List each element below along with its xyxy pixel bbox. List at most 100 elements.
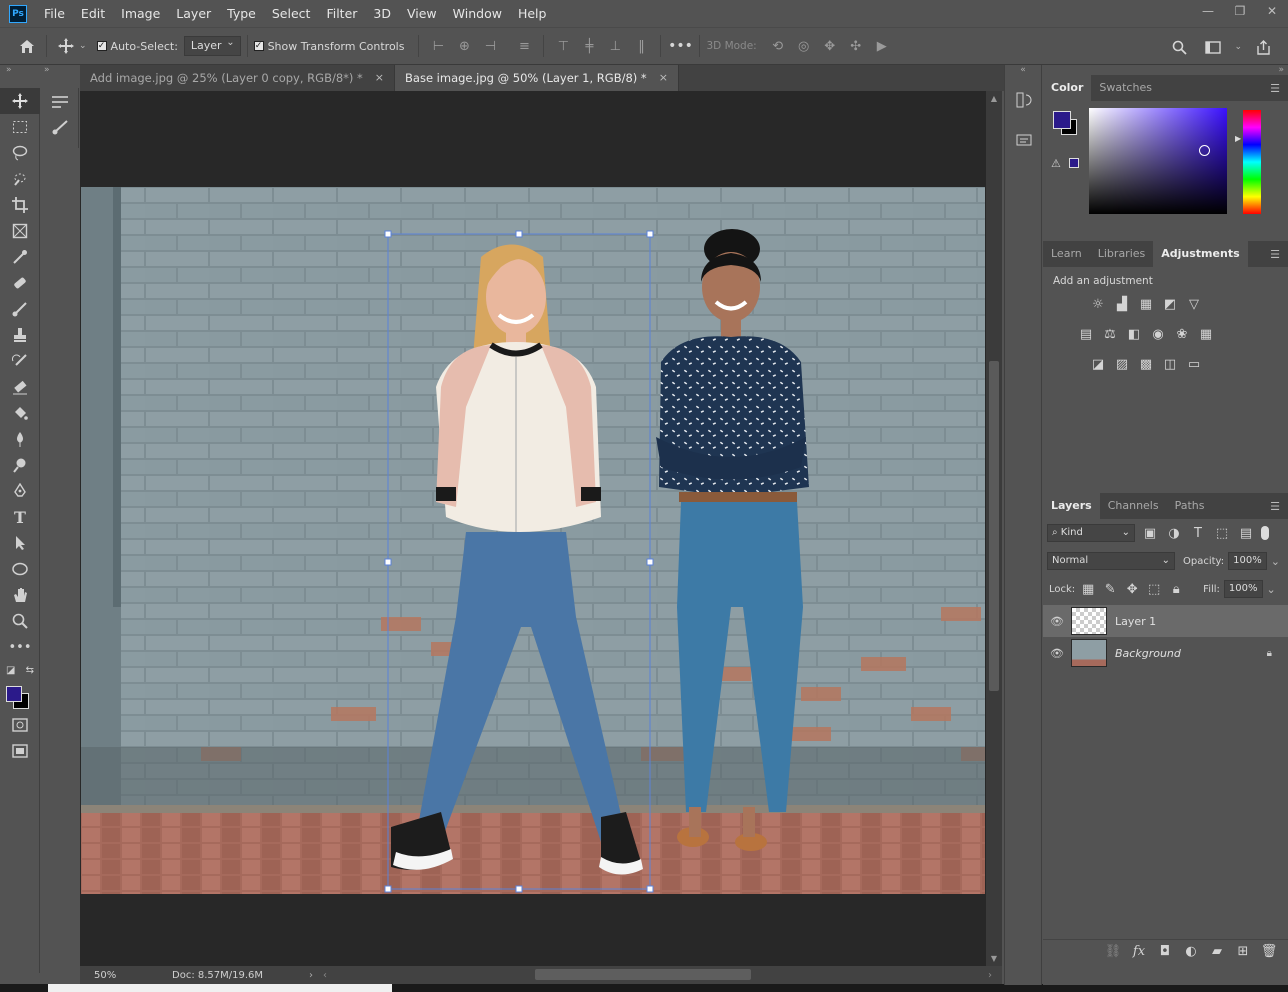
- path-selection-tool-icon[interactable]: [0, 530, 40, 556]
- move-tool-icon[interactable]: [0, 88, 40, 114]
- pen-tool-icon[interactable]: [0, 478, 40, 504]
- tool-presets-icon[interactable]: [41, 88, 79, 114]
- filter-type-icon[interactable]: T: [1189, 524, 1207, 542]
- hue-saturation-icon[interactable]: ▤: [1077, 325, 1095, 343]
- menu-window[interactable]: Window: [445, 0, 510, 27]
- horizontal-scroll-thumb[interactable]: [535, 969, 751, 980]
- chevron-down-icon[interactable]: ⌄: [1234, 42, 1242, 52]
- menu-image[interactable]: Image: [113, 0, 168, 27]
- menu-select[interactable]: Select: [264, 0, 319, 27]
- tab-layers[interactable]: Layers: [1043, 493, 1100, 519]
- new-group-icon[interactable]: ▰: [1208, 943, 1226, 961]
- visibility-eye-icon[interactable]: 👁︎: [1043, 647, 1071, 660]
- layer-row[interactable]: 👁︎ Background 🔒︎: [1043, 637, 1288, 669]
- hue-slider-handle-icon[interactable]: ▶: [1235, 134, 1241, 143]
- layer-kind-filter[interactable]: ⌕ Kind ⌄: [1047, 524, 1135, 542]
- tab-paths[interactable]: Paths: [1167, 493, 1213, 519]
- collapse-subtools-icon[interactable]: »: [44, 65, 50, 75]
- align-center-icon[interactable]: ⊕: [451, 39, 477, 54]
- marquee-tool-icon[interactable]: [0, 114, 40, 140]
- 3d-orbit-icon[interactable]: ⟲: [765, 39, 791, 54]
- menu-layer[interactable]: Layer: [168, 0, 219, 27]
- gamut-warning-icon[interactable]: ⚠: [1051, 157, 1061, 170]
- threshold-icon[interactable]: ▩: [1137, 355, 1155, 373]
- 3d-scale-icon[interactable]: ▶: [869, 39, 895, 54]
- black-white-icon[interactable]: ◧: [1125, 325, 1143, 343]
- add-mask-icon[interactable]: ◘: [1156, 943, 1174, 961]
- chevron-down-icon[interactable]: ⌄: [79, 41, 87, 51]
- filter-pixel-icon[interactable]: ▣: [1141, 524, 1159, 542]
- collapse-right-dock-icon[interactable]: »: [1043, 65, 1288, 75]
- more-options-icon[interactable]: •••: [667, 38, 693, 54]
- fill-field[interactable]: 100%: [1223, 580, 1263, 598]
- channel-mixer-icon[interactable]: ❀: [1173, 325, 1191, 343]
- layer-name[interactable]: Background: [1115, 647, 1181, 660]
- align-top-icon[interactable]: ⊤: [550, 39, 576, 54]
- screen-mode-icon[interactable]: [0, 738, 40, 764]
- scroll-down-icon[interactable]: ▼: [986, 954, 1002, 963]
- foreground-color-swatch[interactable]: [1053, 111, 1071, 129]
- blur-tool-icon[interactable]: [0, 426, 40, 452]
- menu-filter[interactable]: Filter: [318, 0, 365, 27]
- panel-menu-icon[interactable]: ☰: [1270, 500, 1280, 513]
- filter-toggle[interactable]: [1261, 526, 1269, 540]
- color-field[interactable]: [1089, 108, 1227, 214]
- quick-mask-icon[interactable]: [0, 712, 40, 738]
- search-icon[interactable]: [1166, 34, 1192, 60]
- layer-row[interactable]: 👁︎ Layer 1: [1043, 605, 1288, 637]
- close-icon[interactable]: ×: [659, 65, 668, 91]
- restore-button[interactable]: ❐: [1224, 0, 1256, 22]
- brush-tool-icon[interactable]: [0, 296, 40, 322]
- auto-select-dropdown[interactable]: Layer: [183, 34, 241, 56]
- share-icon[interactable]: [1250, 34, 1276, 60]
- brightness-contrast-icon[interactable]: ☼: [1089, 295, 1107, 313]
- crop-tool-icon[interactable]: [0, 192, 40, 218]
- checkbox-checked-icon[interactable]: ✓: [253, 41, 264, 51]
- close-window-button[interactable]: ✕: [1256, 0, 1288, 22]
- blend-mode-dropdown[interactable]: Normal ⌄: [1047, 552, 1175, 570]
- tab-color[interactable]: Color: [1043, 75, 1092, 101]
- levels-icon[interactable]: ▟: [1113, 295, 1131, 313]
- distribute-icon[interactable]: ≡: [511, 39, 537, 54]
- distribute-horizontal-icon[interactable]: ‖: [628, 39, 654, 54]
- filter-smart-object-icon[interactable]: ▤: [1237, 524, 1255, 542]
- align-right-icon[interactable]: ⊣: [477, 39, 503, 54]
- lock-icon[interactable]: 🔒︎: [1267, 648, 1272, 659]
- eyedropper-tool-icon[interactable]: [0, 244, 40, 270]
- menu-edit[interactable]: Edit: [73, 0, 113, 27]
- 3d-roll-icon[interactable]: ◎: [791, 39, 817, 54]
- checkbox-checked-icon[interactable]: ✓: [96, 41, 107, 51]
- color-picker-handle[interactable]: [1199, 145, 1210, 156]
- lock-position-icon[interactable]: ✥: [1123, 580, 1141, 598]
- new-adjustment-layer-icon[interactable]: ◐: [1182, 943, 1200, 961]
- zoom-level[interactable]: 50%: [80, 970, 130, 981]
- transform-controls-checkbox[interactable]: ✓ Show Transform Controls: [253, 40, 404, 53]
- tab-add-image[interactable]: Add image.jpg @ 25% (Layer 0 copy, RGB/8…: [80, 65, 396, 91]
- collapse-dock-icon[interactable]: «: [1005, 65, 1041, 75]
- menu-help[interactable]: Help: [510, 0, 555, 27]
- lasso-tool-icon[interactable]: [0, 140, 40, 166]
- 3d-pan-icon[interactable]: ✥: [817, 39, 843, 54]
- menu-3d[interactable]: 3D: [365, 0, 399, 27]
- scroll-up-icon[interactable]: ▲: [986, 94, 1002, 103]
- menu-file[interactable]: File: [36, 0, 73, 27]
- minimize-button[interactable]: —: [1192, 0, 1224, 22]
- hand-tool-icon[interactable]: [0, 582, 40, 608]
- frame-tool-icon[interactable]: [0, 218, 40, 244]
- workspace-icon[interactable]: [1200, 34, 1226, 60]
- websafe-color-swatch[interactable]: [1069, 158, 1079, 168]
- posterize-icon[interactable]: ▨: [1113, 355, 1131, 373]
- healing-brush-tool-icon[interactable]: [0, 270, 40, 296]
- lock-transparent-icon[interactable]: ▦: [1079, 580, 1097, 598]
- opacity-field[interactable]: 100%: [1228, 552, 1267, 570]
- visibility-eye-icon[interactable]: 👁︎: [1043, 615, 1071, 628]
- lock-artboard-icon[interactable]: ⬚: [1145, 580, 1163, 598]
- quick-selection-tool-icon[interactable]: [0, 166, 40, 192]
- default-colors-icon[interactable]: ◪ ⇆: [0, 660, 40, 680]
- delete-layer-icon[interactable]: 🗑︎: [1260, 943, 1278, 961]
- clone-stamp-tool-icon[interactable]: [0, 322, 40, 348]
- gradient-map-icon[interactable]: ▭: [1185, 355, 1203, 373]
- tab-swatches[interactable]: Swatches: [1091, 75, 1160, 101]
- color-swatches[interactable]: [0, 680, 40, 712]
- 3d-slide-icon[interactable]: ✣: [843, 39, 869, 54]
